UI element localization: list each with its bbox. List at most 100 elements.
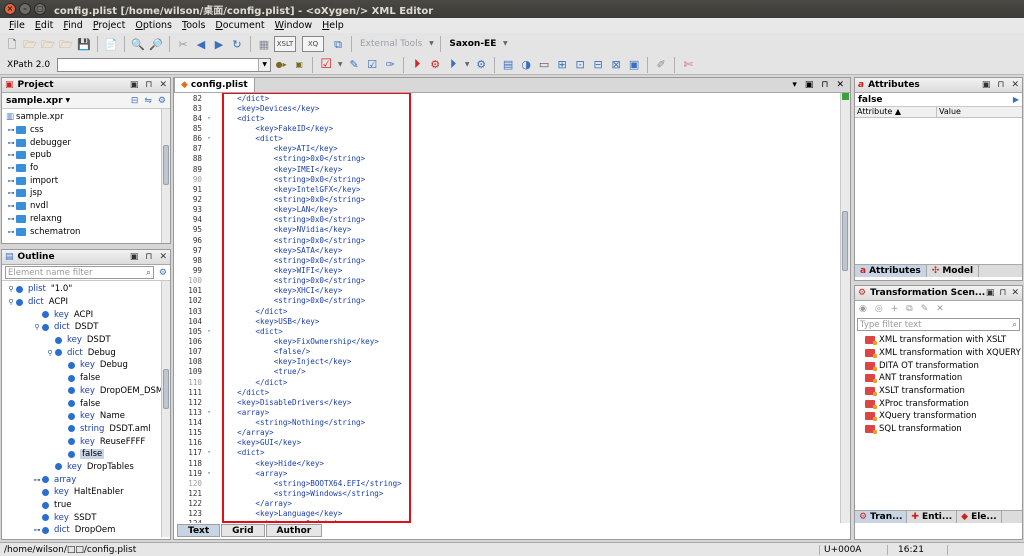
outline-node[interactable]: key DSDT: [4, 334, 170, 347]
scenario-item[interactable]: XQuery transformation: [855, 410, 1022, 423]
xpath-version-label[interactable]: XPath 2.0: [4, 60, 53, 70]
redo-icon[interactable]: ↻: [229, 36, 245, 52]
chevron-down-icon[interactable]: ▼: [463, 57, 471, 73]
pin-icon[interactable]: ⊓: [145, 80, 152, 90]
scenario-item[interactable]: XSLT transformation: [855, 385, 1022, 398]
scenarios-tab-entities[interactable]: ✚ Enti...: [907, 511, 958, 523]
attribute-column-header[interactable]: Attribute ▲: [855, 107, 937, 117]
outline-node[interactable]: ⊶ dict DropOem: [4, 524, 170, 537]
editor-text-area[interactable]: 82 </dict> 83 <key>Devices</key> 84 ▿ <dict…: [174, 93, 850, 523]
pin-icon[interactable]: ⊓: [999, 288, 1006, 298]
expand-toggle-icon[interactable]: ⚲: [32, 323, 42, 331]
tab-list-icon[interactable]: ▾: [792, 80, 797, 90]
close-icon[interactable]: ✕: [1011, 288, 1019, 298]
mode-tab-grid[interactable]: Grid: [221, 524, 265, 537]
configure-transform-icon[interactable]: ⚙: [427, 57, 443, 73]
chevron-down-icon[interactable]: ▼: [336, 57, 344, 73]
outline-node[interactable]: ⚲ dict ACPI: [4, 296, 170, 309]
outline-filter-input[interactable]: Element name filter ⌕: [5, 266, 154, 279]
scenario-item[interactable]: XML transformation with XSLT: [855, 334, 1022, 347]
outline-node[interactable]: false: [4, 372, 170, 385]
format-indent-icon[interactable]: ▤: [500, 57, 516, 73]
fold-toggle-icon[interactable]: ▿: [204, 409, 214, 416]
debug-scenario-icon[interactable]: ⏵: [445, 57, 461, 73]
expand-icon[interactable]: ⊶: [6, 202, 16, 210]
outline-node[interactable]: true: [4, 499, 170, 512]
scenario-item[interactable]: ANT transformation: [855, 372, 1022, 385]
outline-scrollbar[interactable]: [161, 281, 170, 537]
apply-transform-icon[interactable]: ⏵: [409, 57, 425, 73]
configure-scenario-icon[interactable]: ◎: [875, 304, 883, 314]
outline-node[interactable]: key ReuseFFFF: [4, 435, 170, 448]
scenario-item[interactable]: DITA OT transformation: [855, 359, 1022, 372]
comment-icon[interactable]: ▣: [626, 57, 642, 73]
value-column-header[interactable]: Value: [937, 107, 961, 117]
open-project-icon[interactable]: 🗁: [58, 36, 74, 52]
expand-icon[interactable]: ⊠: [608, 57, 624, 73]
project-tree-item[interactable]: ▥ sample.xpr: [4, 111, 170, 124]
fold-toggle-icon[interactable]: ▿: [204, 449, 214, 456]
debugger-icon[interactable]: ⚙: [473, 57, 489, 73]
project-tree-item[interactable]: ⊶ import: [4, 174, 170, 187]
menu-options[interactable]: Options: [130, 20, 177, 31]
expand-toggle-icon[interactable]: ⊶: [32, 526, 42, 534]
expand-icon[interactable]: ⊶: [6, 228, 16, 236]
outline-node[interactable]: string DSDT.aml: [4, 423, 170, 436]
close-icon[interactable]: ✕: [159, 252, 167, 262]
scenario-item[interactable]: XML transformation with XQUERY: [855, 347, 1022, 360]
outline-node[interactable]: key ACPI: [4, 308, 170, 321]
window-minimize-button[interactable]: –: [19, 3, 31, 15]
menu-edit[interactable]: Edit: [30, 20, 58, 31]
add-icon[interactable]: +: [891, 304, 899, 314]
editor-scrollbar-thumb[interactable]: [842, 211, 848, 271]
project-scrollbar-thumb[interactable]: [163, 145, 169, 185]
pin-icon[interactable]: ⊓: [997, 80, 1004, 90]
scenarios-tab-elements[interactable]: ◆ Ele...: [957, 511, 1002, 523]
apply-scenario-icon[interactable]: ◉: [859, 304, 867, 314]
menu-window[interactable]: Window: [270, 20, 317, 31]
project-tree-item[interactable]: ⊶ debugger: [4, 136, 170, 149]
restore-icon[interactable]: ▣: [130, 252, 139, 262]
forward-arrow-icon[interactable]: ▶: [211, 36, 227, 52]
schema-icon[interactable]: ⊡: [572, 57, 588, 73]
mode-tab-text[interactable]: Text: [177, 524, 221, 537]
expand-toggle-icon[interactable]: ⚲: [45, 349, 55, 357]
restore-icon[interactable]: ▣: [805, 80, 814, 90]
scenarios-filter-input[interactable]: Type filter text ⌕: [857, 318, 1020, 331]
window-close-button[interactable]: ×: [4, 3, 16, 15]
outline-node[interactable]: key Debug: [4, 359, 170, 372]
menu-file[interactable]: File: [4, 20, 30, 31]
outline-node[interactable]: key DropOEM_DSM: [4, 385, 170, 398]
close-icon[interactable]: ✕: [159, 80, 167, 90]
chevron-down-icon[interactable]: ▼: [427, 36, 435, 52]
fold-toggle-icon[interactable]: ▿: [204, 328, 214, 335]
tree-editor-icon[interactable]: ⊞: [554, 57, 570, 73]
close-icon[interactable]: ✕: [1011, 80, 1019, 90]
delete-icon[interactable]: ✕: [936, 304, 944, 314]
outline-node[interactable]: ⊶ array: [4, 473, 170, 486]
convert-icon[interactable]: ⊟: [590, 57, 606, 73]
grid-icon[interactable]: ▦: [256, 36, 272, 52]
xslt-debugger-icon[interactable]: XSLT: [274, 36, 296, 52]
mode-tab-author[interactable]: Author: [265, 524, 323, 537]
outline-node[interactable]: ⚲ plist "1.0": [4, 283, 170, 296]
project-scrollbar[interactable]: [161, 109, 170, 243]
chevron-down-icon[interactable]: ▼: [66, 97, 71, 104]
new-file-icon[interactable]: 🗋: [4, 36, 20, 52]
xml-document-icon[interactable]: ▭: [536, 57, 552, 73]
back-arrow-icon[interactable]: ◀: [193, 36, 209, 52]
pin-icon[interactable]: ⊓: [821, 80, 828, 90]
menu-document[interactable]: Document: [210, 20, 269, 31]
expand-icon[interactable]: ⊶: [6, 189, 16, 197]
attributes-tab-model[interactable]: ✣ Model: [927, 265, 980, 277]
xquery-debugger-icon[interactable]: XQ: [302, 36, 324, 52]
collapse-all-icon[interactable]: ⊟: [131, 96, 139, 106]
menu-help[interactable]: Help: [317, 20, 349, 31]
xpath-options-icon[interactable]: ▣: [291, 57, 307, 73]
project-tree-item[interactable]: ⊶ jsp: [4, 187, 170, 200]
cut-icon[interactable]: ✂: [175, 36, 191, 52]
check-well-formed-icon[interactable]: ✎: [346, 57, 362, 73]
fold-toggle-icon[interactable]: ▿: [204, 135, 214, 142]
outline-node[interactable]: false: [4, 448, 170, 461]
scenarios-tab-transformation[interactable]: ⚙ Tran...: [855, 511, 908, 523]
